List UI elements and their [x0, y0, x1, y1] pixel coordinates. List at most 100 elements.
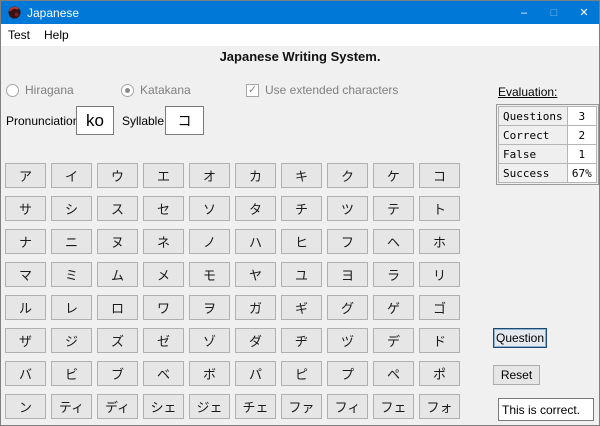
kana-button[interactable]: ザ	[5, 328, 46, 353]
minimize-button[interactable]: –	[509, 1, 539, 24]
kana-button[interactable]: ジェ	[189, 394, 230, 419]
kana-button[interactable]: フェ	[373, 394, 414, 419]
kana-button[interactable]: リ	[419, 262, 460, 287]
kana-button[interactable]: ポ	[419, 361, 460, 386]
kana-button[interactable]: ベ	[143, 361, 184, 386]
kana-button[interactable]: ワ	[143, 295, 184, 320]
kana-button[interactable]: ソ	[189, 196, 230, 221]
kana-button[interactable]: ビ	[51, 361, 92, 386]
kana-button[interactable]: ウ	[97, 163, 138, 188]
kana-button[interactable]: ティ	[51, 394, 92, 419]
menu-item-help[interactable]: Help	[37, 25, 76, 45]
kana-button[interactable]: デ	[373, 328, 414, 353]
window-title: Japanese	[27, 5, 80, 20]
kana-button[interactable]: ヅ	[327, 328, 368, 353]
kana-button[interactable]: レ	[51, 295, 92, 320]
kana-button[interactable]: メ	[143, 262, 184, 287]
kana-button[interactable]: シ	[51, 196, 92, 221]
kana-button[interactable]: ナ	[5, 229, 46, 254]
checkbox-extended-characters[interactable]: ✓ Use extended characters	[246, 83, 398, 97]
kana-button[interactable]: ヘ	[373, 229, 414, 254]
kana-button[interactable]: ミ	[51, 262, 92, 287]
kana-button[interactable]: シェ	[143, 394, 184, 419]
kana-button[interactable]: サ	[5, 196, 46, 221]
eval-false-value: 1	[566, 144, 598, 164]
page-title: Japanese Writing System.	[219, 49, 381, 64]
close-button[interactable]: ✕	[569, 1, 599, 24]
kana-button[interactable]: ジ	[51, 328, 92, 353]
kana-button[interactable]: フ	[327, 229, 368, 254]
kana-button[interactable]: ス	[97, 196, 138, 221]
kana-button[interactable]: プ	[327, 361, 368, 386]
kana-button[interactable]: チ	[281, 196, 322, 221]
kana-button[interactable]: ゼ	[143, 328, 184, 353]
kana-button[interactable]: ズ	[97, 328, 138, 353]
kana-button[interactable]: パ	[235, 361, 276, 386]
question-button[interactable]: Question	[493, 328, 547, 348]
menu-item-test[interactable]: Test	[1, 25, 37, 45]
kana-button[interactable]: ギ	[281, 295, 322, 320]
kana-button[interactable]: ト	[419, 196, 460, 221]
kana-button[interactable]: エ	[143, 163, 184, 188]
pronunciation-field[interactable]: ko	[76, 106, 114, 135]
kana-button[interactable]: コ	[419, 163, 460, 188]
kana-button[interactable]: ヌ	[97, 229, 138, 254]
kana-button[interactable]: ヤ	[235, 262, 276, 287]
kana-button[interactable]: ル	[5, 295, 46, 320]
kana-button[interactable]: テ	[373, 196, 414, 221]
kana-button[interactable]: ホ	[419, 229, 460, 254]
kana-button[interactable]: ハ	[235, 229, 276, 254]
table-row: Correct 2	[498, 125, 598, 145]
kana-button[interactable]: フォ	[419, 394, 460, 419]
kana-button[interactable]: ゾ	[189, 328, 230, 353]
kana-button[interactable]: ク	[327, 163, 368, 188]
radio-katakana[interactable]: Katakana	[121, 83, 191, 97]
kana-button[interactable]: ド	[419, 328, 460, 353]
table-row: Questions 3	[498, 106, 598, 126]
kana-button[interactable]: ヨ	[327, 262, 368, 287]
kana-button[interactable]: ファ	[281, 394, 322, 419]
kana-button[interactable]: ユ	[281, 262, 322, 287]
kana-button[interactable]: ツ	[327, 196, 368, 221]
kana-button[interactable]: ダ	[235, 328, 276, 353]
table-row: False 1	[498, 144, 598, 164]
feedback-message: This is correct.	[502, 402, 581, 417]
kana-button[interactable]: バ	[5, 361, 46, 386]
kana-button[interactable]: フィ	[327, 394, 368, 419]
kana-button[interactable]: ゴ	[419, 295, 460, 320]
kana-button[interactable]: イ	[51, 163, 92, 188]
kana-button[interactable]: ニ	[51, 229, 92, 254]
kana-button[interactable]: ブ	[97, 361, 138, 386]
kana-button[interactable]: ゲ	[373, 295, 414, 320]
kana-button[interactable]: ガ	[235, 295, 276, 320]
radio-hiragana-label: Hiragana	[25, 83, 74, 97]
kana-button[interactable]: チェ	[235, 394, 276, 419]
kana-button[interactable]: マ	[5, 262, 46, 287]
kana-button[interactable]: ヲ	[189, 295, 230, 320]
kana-button[interactable]: ケ	[373, 163, 414, 188]
reset-button[interactable]: Reset	[493, 365, 540, 385]
kana-button[interactable]: ロ	[97, 295, 138, 320]
kana-button[interactable]: ノ	[189, 229, 230, 254]
kana-button[interactable]: モ	[189, 262, 230, 287]
kana-button[interactable]: ピ	[281, 361, 322, 386]
kana-button[interactable]: ヒ	[281, 229, 322, 254]
kana-button[interactable]: カ	[235, 163, 276, 188]
kana-button[interactable]: グ	[327, 295, 368, 320]
kana-button[interactable]: ア	[5, 163, 46, 188]
syllable-label: Syllable	[122, 114, 165, 128]
radio-hiragana[interactable]: Hiragana	[6, 83, 74, 97]
kana-button[interactable]: ラ	[373, 262, 414, 287]
kana-button[interactable]: ヂ	[281, 328, 322, 353]
kana-button[interactable]: ン	[5, 394, 46, 419]
kana-button[interactable]: ネ	[143, 229, 184, 254]
kana-button[interactable]: オ	[189, 163, 230, 188]
kana-button[interactable]: ディ	[97, 394, 138, 419]
kana-button[interactable]: ボ	[189, 361, 230, 386]
syllable-field[interactable]: コ	[165, 106, 204, 135]
kana-button[interactable]: ム	[97, 262, 138, 287]
kana-button[interactable]: セ	[143, 196, 184, 221]
kana-button[interactable]: ペ	[373, 361, 414, 386]
kana-button[interactable]: タ	[235, 196, 276, 221]
kana-button[interactable]: キ	[281, 163, 322, 188]
